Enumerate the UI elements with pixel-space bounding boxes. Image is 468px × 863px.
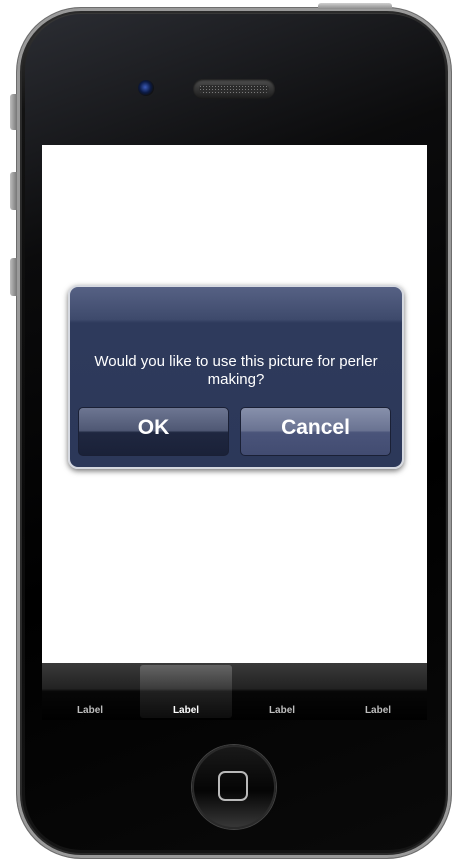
tab-label: Label xyxy=(172,705,200,716)
home-button-icon[interactable] xyxy=(192,745,276,829)
home-square-icon xyxy=(218,771,248,801)
tab-2[interactable]: Label xyxy=(140,663,232,720)
tab-bar: Label Label Label Label xyxy=(42,663,427,720)
volume-down-button xyxy=(10,258,17,296)
tab-label: Label xyxy=(76,705,104,716)
device-screen: Would you like to use this picture for p… xyxy=(42,145,427,720)
alert-dialog: Would you like to use this picture for p… xyxy=(68,285,404,469)
cancel-button[interactable]: Cancel xyxy=(240,407,391,456)
power-button xyxy=(318,3,392,9)
content-area: Would you like to use this picture for p… xyxy=(42,145,427,663)
mute-switch xyxy=(10,94,17,130)
volume-up-button xyxy=(10,172,17,210)
alert-message: Would you like to use this picture for p… xyxy=(94,353,378,388)
earpiece-speaker-icon xyxy=(193,79,275,99)
tab-3[interactable]: Label xyxy=(236,663,328,720)
tab-label: Label xyxy=(364,705,392,716)
front-camera-icon xyxy=(138,80,154,96)
ok-button[interactable]: OK xyxy=(78,407,229,456)
tab-4[interactable]: Label xyxy=(332,663,424,720)
tab-1[interactable]: Label xyxy=(44,663,136,720)
tab-label: Label xyxy=(268,705,296,716)
